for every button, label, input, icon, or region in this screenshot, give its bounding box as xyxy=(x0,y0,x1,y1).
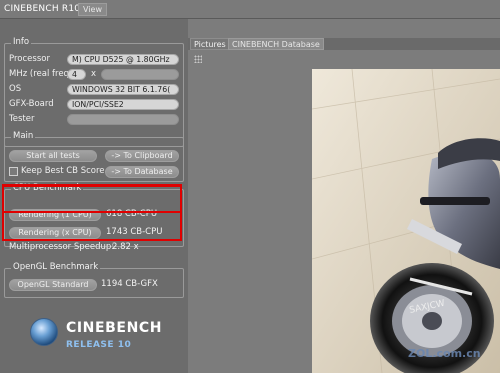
tab-cinebench-database[interactable]: CINEBENCH Database xyxy=(228,38,324,50)
tab-pictures[interactable]: Pictures xyxy=(190,38,230,50)
rendering-1cpu-button[interactable]: Rendering (1 CPU) xyxy=(9,209,101,221)
view-menu-tab[interactable]: View xyxy=(78,3,107,16)
main-group-title: Main xyxy=(11,131,36,141)
gfx-board-field[interactable]: ION/PCI/SSE2 xyxy=(67,99,179,110)
rendering-xcpu-score: 1743 CB-CPU xyxy=(106,227,163,237)
processor-label: Processor xyxy=(9,54,50,64)
speedup-label: Multiprocessor Speedup: xyxy=(9,242,115,252)
mhz-multiplier-label: x xyxy=(91,69,97,79)
logo-release: RELEASE 10 xyxy=(66,340,132,350)
to-database-button[interactable]: -> To Database xyxy=(105,166,179,178)
opengl-standard-button[interactable]: OpenGL Standard xyxy=(9,279,97,291)
motorcycle-render-image: SAXJCW xyxy=(312,69,500,373)
tester-field[interactable] xyxy=(67,114,179,125)
rendering-1cpu-score: 618 CB-CPU xyxy=(106,209,158,219)
right-panel-grip-icon[interactable] xyxy=(194,55,202,63)
cpu-benchmark-group: CPU Benchmark Rendering (1 CPU) 618 CB-C… xyxy=(4,183,184,252)
keep-best-checkbox[interactable] xyxy=(9,167,18,176)
right-tab-bar: Pictures CINEBENCH Database xyxy=(188,38,500,50)
mhz-frequency-field[interactable] xyxy=(101,69,179,80)
mhz-label: MHz (real freq.) xyxy=(9,69,75,79)
cpu-benchmark-title: CPU Benchmark xyxy=(11,183,84,193)
opengl-benchmark-title: OpenGL Benchmark xyxy=(11,262,101,272)
os-field[interactable]: WINDOWS 32 BIT 6.1.76( xyxy=(67,84,179,95)
keep-best-label: Keep Best CB Score xyxy=(21,166,105,176)
opengl-benchmark-group: OpenGL Benchmark OpenGL Standard 1194 CB… xyxy=(4,262,184,298)
speedup-value: 2.82 x xyxy=(112,242,139,252)
info-group-title: Info xyxy=(11,37,32,47)
main-group: Main Start all tests -> To Clipboard Kee… xyxy=(4,131,184,182)
opengl-score: 1194 CB-GFX xyxy=(101,279,158,289)
logo-name: CINEBENCH xyxy=(66,320,163,336)
cinebench-logo-icon xyxy=(30,318,58,346)
gfx-board-label: GFX-Board xyxy=(9,99,54,109)
cinebench-logo: CINEBENCH RELEASE 10 xyxy=(30,318,163,362)
render-preview: SAXJCW ZOL.com.cn xyxy=(312,69,500,373)
tester-label: Tester xyxy=(9,114,35,124)
os-label: OS xyxy=(9,84,22,94)
to-clipboard-button[interactable]: -> To Clipboard xyxy=(105,150,179,162)
zol-watermark: ZOL.com.cn xyxy=(408,347,481,360)
processor-field[interactable]: M) CPU D525 @ 1.80GHz xyxy=(67,54,179,65)
title-bar: CINEBENCH R10 View xyxy=(0,0,500,19)
mhz-field[interactable]: 4 xyxy=(67,69,86,80)
left-panel: Info Processor M) CPU D525 @ 1.80GHz MHz… xyxy=(0,19,188,373)
start-all-tests-button[interactable]: Start all tests xyxy=(9,150,97,162)
rendering-xcpu-button[interactable]: Rendering (x CPU) xyxy=(9,227,101,239)
app-title: CINEBENCH R10 xyxy=(4,4,81,14)
